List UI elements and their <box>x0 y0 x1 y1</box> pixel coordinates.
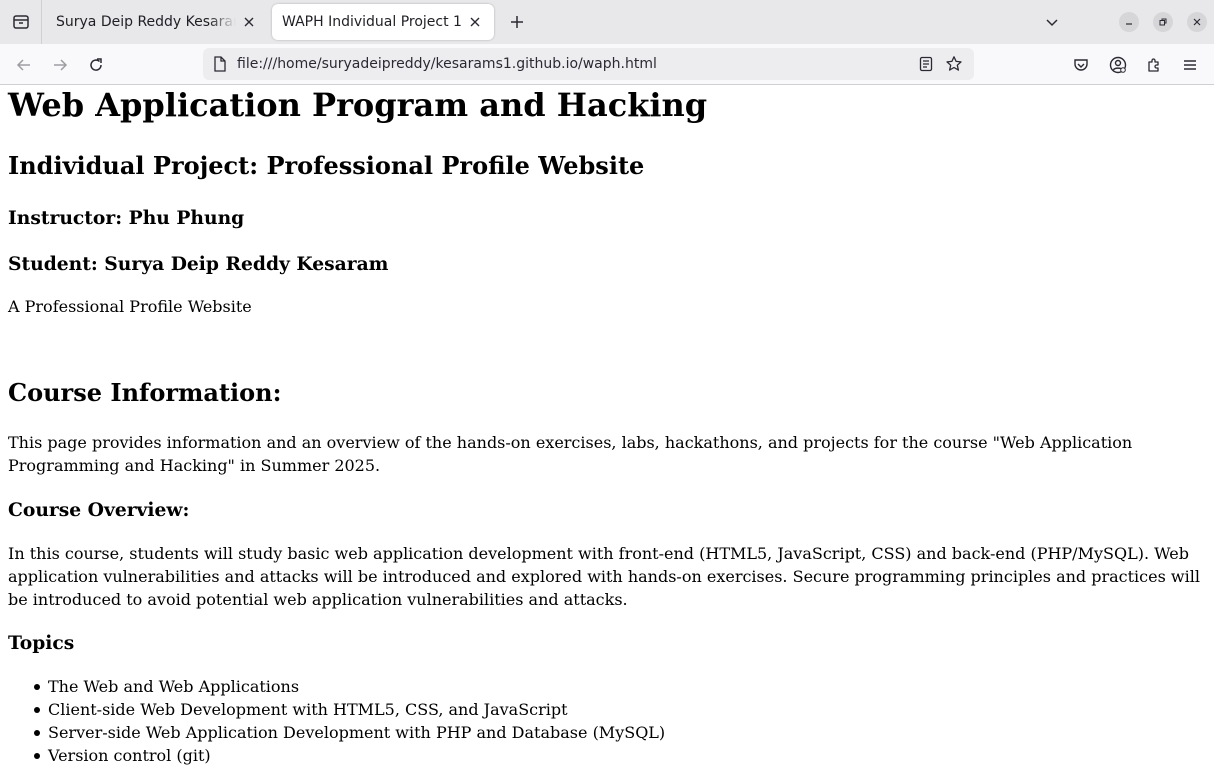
pocket-button[interactable] <box>1068 52 1094 78</box>
tab-close-button[interactable] <box>240 13 258 31</box>
minimize-icon <box>1126 23 1132 25</box>
url-text[interactable]: file:///home/suryadeipreddy/kesarams1.gi… <box>237 56 912 72</box>
tab-close-button[interactable] <box>466 13 484 31</box>
course-info-heading: Course Information: <box>8 378 282 407</box>
url-bar[interactable]: file:///home/suryadeipreddy/kesarams1.gi… <box>203 48 974 80</box>
list-all-tabs-button[interactable] <box>1040 10 1064 34</box>
forward-button[interactable] <box>47 52 73 78</box>
arrow-left-icon <box>16 59 30 71</box>
extensions-button[interactable] <box>1141 52 1167 78</box>
bullet-icon <box>34 753 40 759</box>
topics-heading: Topics <box>8 632 75 654</box>
tab-waph-project[interactable]: WAPH Individual Project 1 <box>272 4 494 40</box>
account-icon <box>1109 56 1127 74</box>
topic-text: Server-side Web Application Development … <box>48 723 666 742</box>
bookmark-button[interactable] <box>940 50 968 78</box>
close-icon <box>470 17 480 27</box>
puzzle-icon <box>1148 58 1159 72</box>
star-icon <box>946 56 962 71</box>
bullet-icon <box>34 684 40 690</box>
new-tab-button[interactable] <box>503 8 531 36</box>
tagline: A Professional Profile Website <box>8 297 252 316</box>
tab-profile[interactable]: Surya Deip Reddy Kesaram - <box>46 4 268 40</box>
restore-icon <box>1159 18 1167 26</box>
topics-list: The Web and Web Applications Client-side… <box>8 675 665 767</box>
tab-strip: Surya Deip Reddy Kesaram - WAPH Individu… <box>0 0 1214 44</box>
page-title: Web Application Program and Hacking <box>8 86 708 124</box>
list-item: Client-side Web Development with HTML5, … <box>8 698 665 721</box>
close-icon <box>244 17 254 27</box>
reader-view-icon <box>919 56 933 72</box>
course-overview-heading: Course Overview: <box>8 499 190 521</box>
course-overview-text: In this course, students will study basi… <box>8 544 1200 609</box>
instructor-heading: Instructor: Phu Phung <box>8 207 245 229</box>
reload-button[interactable] <box>83 52 109 78</box>
reload-icon <box>90 58 102 71</box>
restore-button[interactable] <box>1153 12 1173 32</box>
bullet-icon <box>34 730 40 736</box>
tab-title: WAPH Individual Project 1 <box>282 14 462 30</box>
list-item: The Web and Web Applications <box>8 675 665 698</box>
navigation-toolbar: file:///home/suryadeipreddy/kesarams1.gi… <box>0 44 1214 85</box>
close-icon <box>1193 18 1201 26</box>
reader-view-button[interactable] <box>912 50 940 78</box>
arrow-right-icon <box>54 59 68 71</box>
topic-text: The Web and Web Applications <box>48 677 300 696</box>
document-icon <box>214 56 226 72</box>
project-subtitle: Individual Project: Professional Profile… <box>8 151 645 180</box>
plus-icon <box>511 16 523 28</box>
hamburger-menu-icon <box>1184 60 1196 70</box>
topic-text: Client-side Web Development with HTML5, … <box>48 700 568 719</box>
list-item: Version control (git) <box>8 744 665 767</box>
minimize-button[interactable] <box>1119 12 1139 32</box>
course-info-text: This page provides information and an ov… <box>8 433 1133 475</box>
firefox-view-button[interactable] <box>0 0 42 44</box>
bullet-icon <box>34 707 40 713</box>
application-menu-button[interactable] <box>1177 52 1203 78</box>
topic-text: Version control (git) <box>48 746 211 765</box>
firefox-view-icon <box>12 15 29 29</box>
page-icon <box>203 56 237 72</box>
pocket-icon <box>1074 59 1088 71</box>
tab-title: Surya Deip Reddy Kesaram - <box>56 14 236 30</box>
list-item: Server-side Web Application Development … <box>8 721 665 744</box>
close-window-button[interactable] <box>1187 12 1207 32</box>
back-button[interactable] <box>11 52 37 78</box>
account-button[interactable] <box>1105 52 1131 78</box>
chevron-down-icon <box>1046 19 1058 27</box>
student-heading: Student: Surya Deip Reddy Kesaram <box>8 253 389 275</box>
